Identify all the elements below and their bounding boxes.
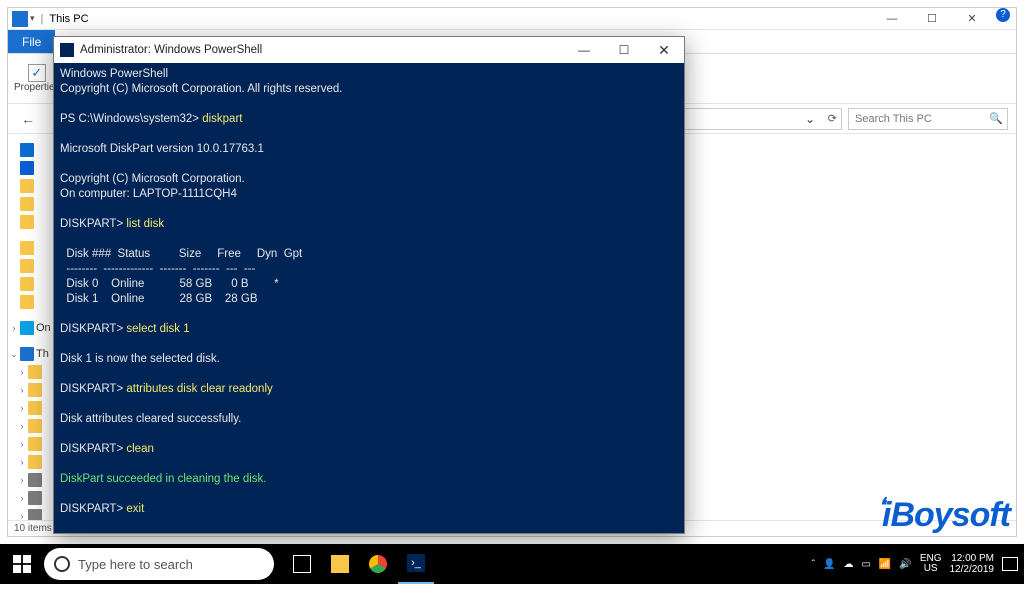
sidebar-item-label: Th — [36, 348, 49, 360]
maximize-button[interactable]: ☐ — [912, 8, 952, 30]
drive-icon — [28, 491, 42, 505]
music-icon — [28, 437, 42, 451]
battery-icon[interactable]: ▭ — [861, 559, 870, 570]
tray-chevron-icon[interactable]: ˆ — [812, 559, 815, 570]
folder-icon — [28, 401, 42, 415]
cortana-icon — [54, 556, 70, 572]
file-explorer-taskbar[interactable] — [322, 544, 358, 584]
refresh-icon[interactable]: ⟳ — [828, 112, 837, 125]
folder-icon — [20, 241, 34, 255]
start-button[interactable] — [0, 544, 44, 584]
system-tray: ˆ 👤 ☁ ▭ 📶 🔊 ENG US 12:00 PM 12/2/2019 — [812, 553, 1024, 575]
folder-icon — [20, 179, 34, 193]
people-icon[interactable]: 👤 — [823, 559, 835, 570]
clock[interactable]: 12:00 PM 12/2/2019 — [950, 553, 995, 575]
sidebar-item-label: On — [36, 322, 51, 334]
minimize-button[interactable]: — — [872, 8, 912, 30]
checkmark-icon: ✓ — [28, 64, 46, 82]
lang-secondary: US — [924, 564, 938, 574]
pc-icon — [20, 347, 34, 361]
language-indicator[interactable]: ENG US — [920, 554, 942, 574]
chrome-taskbar[interactable] — [360, 544, 396, 584]
window-title: This PC — [49, 13, 88, 25]
folder-icon — [28, 419, 42, 433]
window-title: Administrator: Windows PowerShell — [80, 44, 262, 56]
file-tab[interactable]: File — [8, 30, 55, 53]
onedrive-icon — [20, 321, 34, 335]
search-placeholder: Search This PC — [855, 113, 932, 125]
search-input[interactable]: Search This PC 🔍 — [848, 108, 1008, 130]
powershell-icon — [60, 43, 74, 57]
clock-date: 12/2/2019 — [950, 564, 995, 575]
videos-icon — [28, 473, 42, 487]
qat-dropdown-icon[interactable]: ▾ — [30, 13, 35, 24]
taskbar: Type here to search ›_ ˆ 👤 ☁ ▭ 📶 🔊 ENG U… — [0, 544, 1024, 584]
volume-icon[interactable]: 🔊 — [899, 559, 911, 570]
search-placeholder: Type here to search — [78, 557, 193, 572]
titlebar-separator: | — [41, 13, 44, 25]
watermark-logo: iBoysoft — [877, 496, 1010, 535]
address-dropdown-icon[interactable]: ⌄ — [805, 112, 815, 126]
wifi-icon[interactable]: 📶 — [879, 559, 891, 570]
action-center-icon[interactable] — [1002, 557, 1018, 571]
folder-icon — [20, 215, 34, 229]
folder-icon — [20, 197, 34, 211]
close-button[interactable]: ✕ — [644, 37, 684, 63]
folder-icon — [28, 383, 42, 397]
maximize-button[interactable]: ☐ — [604, 37, 644, 63]
onedrive-tray-icon[interactable]: ☁ — [843, 559, 853, 570]
download-arrow-icon — [20, 161, 34, 175]
drive-icon — [28, 509, 42, 520]
taskbar-search[interactable]: Type here to search — [44, 548, 274, 580]
nav-back-button[interactable]: ← — [16, 107, 40, 131]
folder-icon — [20, 259, 34, 273]
explorer-app-icon — [12, 11, 28, 27]
terminal-output[interactable]: Windows PowerShell Copyright (C) Microso… — [54, 63, 684, 533]
device-icon — [20, 143, 34, 157]
close-button[interactable]: ✕ — [952, 8, 992, 30]
explorer-titlebar[interactable]: ▾ | This PC — ☐ ✕ ? — [8, 8, 1016, 30]
folder-icon — [20, 277, 34, 291]
nav-tree[interactable]: On Th US — [8, 135, 54, 520]
item-count: 10 items — [14, 523, 52, 534]
powershell-titlebar[interactable]: Administrator: Windows PowerShell — ☐ ✕ — [54, 37, 684, 63]
clock-time: 12:00 PM — [951, 553, 994, 564]
task-view-button[interactable] — [284, 544, 320, 584]
folder-icon — [28, 455, 42, 469]
folder-icon — [28, 365, 42, 379]
minimize-button[interactable]: — — [564, 37, 604, 63]
powershell-taskbar[interactable]: ›_ — [398, 544, 434, 584]
windows-logo-icon — [13, 555, 31, 573]
help-icon[interactable]: ? — [996, 8, 1010, 22]
powershell-window: Administrator: Windows PowerShell — ☐ ✕ … — [53, 36, 685, 534]
folder-icon — [20, 295, 34, 309]
taskbar-apps: ›_ — [284, 544, 434, 584]
search-icon[interactable]: 🔍 — [989, 112, 1003, 125]
